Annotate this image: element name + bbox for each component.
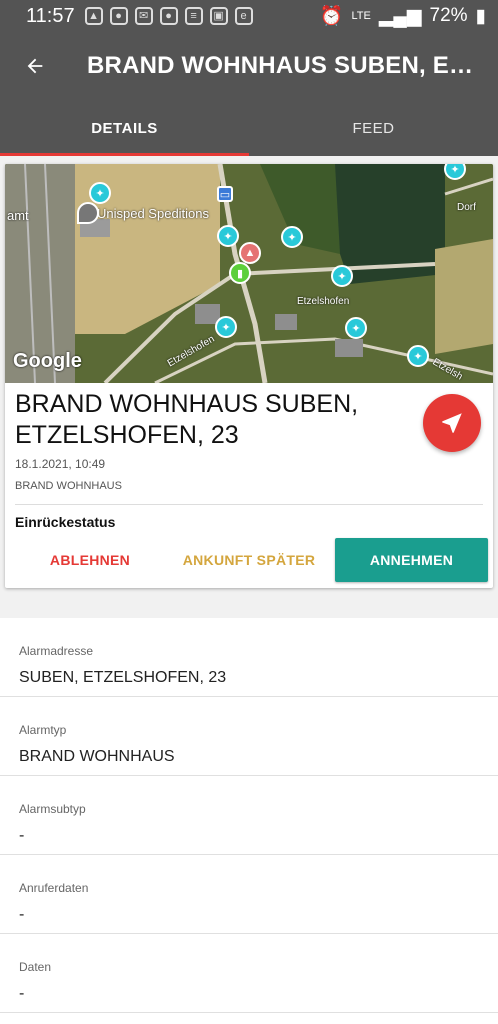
network-label: LTE [351,10,371,22]
details-list: Alarmadresse SUBEN, ETZELSHOFEN, 23 Alar… [0,618,498,1024]
response-status-label: Einrückestatus [15,514,116,530]
mail-icon: ✉ [134,7,153,25]
hydrant-pin-icon[interactable]: ✦ [331,265,353,287]
detail-row-subtype: Alarmsubtyp - [0,776,498,855]
map-label-company: Unisped Speditions [97,206,210,221]
news-icon: ≡ [184,7,203,25]
location-marker-icon[interactable] [77,202,99,224]
tab-bar: DETAILS FEED [0,100,498,156]
tab-details[interactable]: DETAILS [0,100,249,156]
divider [15,504,483,505]
alarm-headline: BRAND WOHNHAUS SUBEN, ETZELSHOFEN, 23 [15,390,359,449]
reject-button[interactable]: ABLEHNEN [15,538,165,582]
bus-stop-icon[interactable]: ▭ [217,186,233,202]
battery-level: 72% [429,5,468,26]
detail-value: - [19,827,25,844]
detail-label: Anruferdaten [19,881,89,895]
back-button[interactable] [0,32,70,100]
app-bar: BRAND WOHNHAUS SUBEN, ETZELSHOFEN, 23 [0,32,498,100]
hydrant-pin-icon[interactable]: ✦ [407,345,429,367]
detail-value: SUBEN, ETZELSHOFEN, 23 [19,669,227,686]
detail-value: - [19,985,25,1002]
detail-label: Alarmadresse [19,644,94,658]
e-icon: e [234,7,253,25]
alarm-type: BRAND WOHNHAUS [15,480,122,492]
alarm-date: 18.1.2021, 10:49 [15,457,106,471]
flame-icon: ▲ [84,7,103,25]
map-label: amt [7,208,29,223]
hydrant-pin-icon[interactable]: ✦ [89,182,111,204]
hydrant-pin-icon[interactable]: ✦ [215,316,237,338]
detail-row-data: Daten - [0,934,498,1013]
detail-row-type: Alarmtyp BRAND WOHNHAUS [0,697,498,776]
hydrant-pin-icon[interactable]: ✦ [217,225,239,247]
navigate-button[interactable] [423,394,481,452]
map-label: Etzelshofen [297,296,350,307]
notification-icons: ▲ ● ✉ ● ≡ ▣ e [84,7,253,25]
app-icon: ● [159,7,178,25]
app-icon: ● [109,7,128,25]
page-title: BRAND WOHNHAUS SUBEN, ETZELSHOFEN, 23 [87,52,487,79]
tab-feed[interactable]: FEED [249,100,498,156]
vehicle-pin-icon[interactable]: ▮ [229,262,251,284]
detail-value: BRAND WOHNHAUS [19,748,175,765]
detail-value: - [19,906,25,923]
detail-label: Alarmsubtyp [19,802,86,816]
google-logo: Google [13,350,82,372]
map-view[interactable]: amt Unisped Speditions Dorf Etzelshofen … [5,164,493,383]
hydrant-pin-icon[interactable]: ✦ [345,317,367,339]
alarm-icon: ⏰ [319,6,344,27]
battery-icon: ▮ [475,5,486,27]
arrive-later-button[interactable]: ANKUNFT SPÄTER [175,538,323,582]
fire-location-icon[interactable]: ▲ [239,242,261,264]
accept-button[interactable]: ANNEHMEN [335,538,488,582]
clock: 11:57 [26,4,75,27]
detail-row-caller: Anruferdaten - [0,855,498,934]
signal-icon: ▂▄▆ [378,5,422,27]
arrow-left-icon [27,58,43,74]
navigation-arrow-icon [442,413,462,433]
system-status: ⏰ LTE ▂▄▆ 72% ▮ [320,4,486,28]
alarm-card: amt Unisped Speditions Dorf Etzelshofen … [5,164,493,588]
status-bar: 11:57 ▲ ● ✉ ● ≡ ▣ e ⏰ LTE ▂▄▆ 72% ▮ [0,0,498,32]
hydrant-pin-icon[interactable]: ✦ [281,226,303,248]
detail-row-address: Alarmadresse SUBEN, ETZELSHOFEN, 23 [0,618,498,697]
map-label: Dorf [457,202,476,213]
detail-label: Alarmtyp [19,723,67,737]
detail-label: Daten [19,960,52,974]
image-icon: ▣ [209,7,228,25]
